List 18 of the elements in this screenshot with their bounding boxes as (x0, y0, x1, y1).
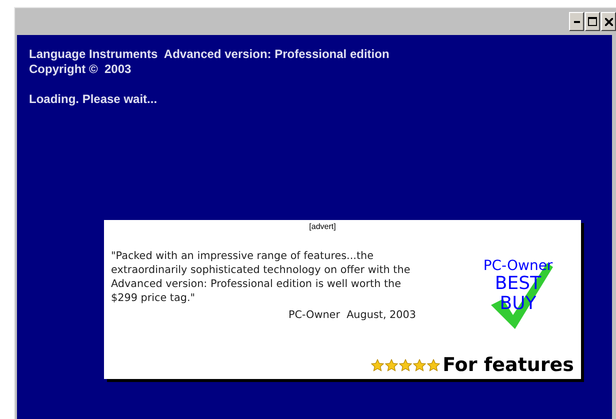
info-line: Copyright © 2003 (29, 62, 132, 77)
advert-label: [advert] (309, 222, 336, 231)
close-button[interactable] (601, 12, 616, 31)
star-icon (384, 358, 398, 372)
star-icon (370, 358, 384, 372)
star-icon (398, 358, 412, 372)
star-icon (412, 358, 426, 372)
review-quote: "Packed with an impressive range of features...the extraordinarily sophisticated technology on offer with the Advanced version: Professional edition is well worth the $299 price tag." (111, 249, 412, 305)
minimize-button[interactable] (569, 12, 584, 31)
minimize-icon (574, 20, 580, 22)
loading-status: Loading. Please wait... (29, 92, 158, 107)
review-source: PC-Owner August, 2003 (288, 309, 416, 321)
star-icon (426, 358, 440, 372)
maximize-icon (588, 17, 597, 26)
close-icon (604, 18, 612, 26)
maximize-button[interactable] (585, 12, 600, 31)
info-line: Language Instruments Advanced version: Professional edition (29, 47, 390, 62)
rating-caption: For features (442, 354, 574, 376)
